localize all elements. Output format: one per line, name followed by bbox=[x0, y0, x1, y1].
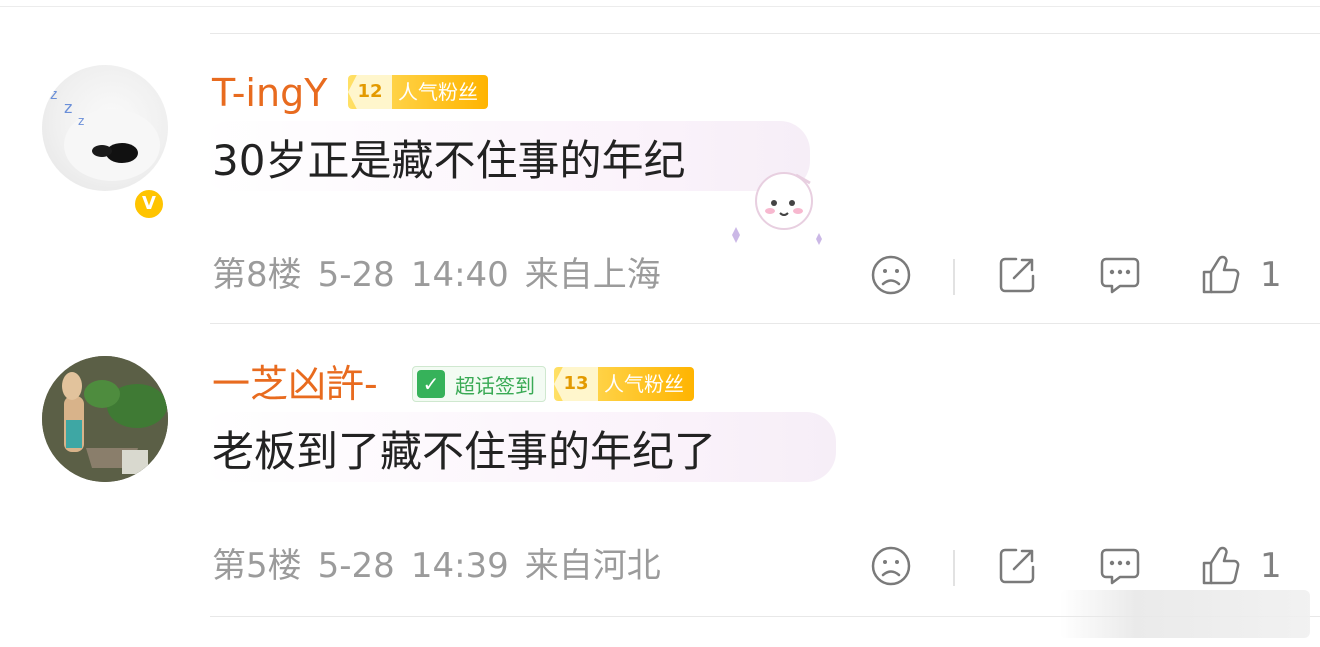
share-icon bbox=[999, 257, 1035, 293]
user-badges: 12 人气粉丝 bbox=[348, 75, 488, 109]
username[interactable]: T-ingY bbox=[212, 71, 327, 115]
comment-text: 30岁正是藏不住事的年纪 bbox=[212, 136, 686, 185]
date: 5-28 bbox=[317, 546, 395, 586]
fan-badge-label: 人气粉丝 bbox=[398, 80, 478, 104]
dislike-button[interactable] bbox=[870, 542, 912, 590]
comment-icon bbox=[1100, 548, 1140, 585]
fan-badge-label: 人气粉丝 bbox=[604, 372, 684, 396]
thumbs-up-icon bbox=[1202, 546, 1240, 585]
action-bar: 1 bbox=[860, 251, 1290, 299]
share-icon bbox=[999, 548, 1035, 584]
reply-button[interactable] bbox=[1098, 542, 1142, 590]
thumbs-up-icon bbox=[1202, 255, 1240, 294]
sticker-icon bbox=[732, 172, 822, 245]
sad-face-icon bbox=[871, 255, 911, 295]
avatar-image bbox=[42, 356, 168, 482]
location: 来自河北 bbox=[524, 546, 661, 586]
comment-item: z z z V T-ingY 12 人气粉丝 30岁正是藏不住事的年纪 第8楼 … bbox=[0, 33, 1320, 323]
user-badges: ✓ 超话签到 13 人气粉丝 bbox=[412, 366, 694, 402]
svg-text:z: z bbox=[64, 98, 72, 117]
check-icon: ✓ bbox=[417, 370, 445, 398]
like-button[interactable]: 1 bbox=[1200, 251, 1282, 299]
dislike-button[interactable] bbox=[870, 251, 912, 299]
comment-meta: 第5楼 5-28 14:39 来自河北 bbox=[212, 544, 661, 588]
fan-badge[interactable]: 13 人气粉丝 bbox=[554, 367, 694, 401]
like-count: 1 bbox=[1260, 255, 1282, 295]
like-count: 1 bbox=[1260, 546, 1282, 586]
top-divider bbox=[0, 6, 1320, 7]
verified-badge-icon: V bbox=[132, 187, 166, 221]
svg-text:z: z bbox=[78, 114, 84, 128]
username[interactable]: 一芝凶許- bbox=[212, 362, 378, 406]
share-button[interactable] bbox=[996, 251, 1038, 299]
avatar[interactable]: z z z bbox=[42, 65, 168, 191]
sad-face-icon bbox=[871, 546, 911, 586]
date: 5-28 bbox=[317, 255, 395, 295]
like-button[interactable]: 1 bbox=[1200, 542, 1282, 590]
action-separator bbox=[953, 550, 955, 586]
share-button[interactable] bbox=[996, 542, 1038, 590]
comment-item: 一芝凶許- ✓ 超话签到 13 人气粉丝 老板到了藏不住事的年纪了 第5楼 5-… bbox=[0, 324, 1320, 616]
floor-number: 第5楼 bbox=[212, 546, 302, 586]
avatar-image: z z z bbox=[50, 87, 160, 181]
svg-text:z: z bbox=[50, 87, 57, 103]
checkin-label: 超话签到 bbox=[455, 373, 535, 398]
checkin-badge[interactable]: ✓ 超话签到 bbox=[412, 366, 546, 402]
watermark bbox=[1060, 590, 1310, 638]
comment-icon bbox=[1100, 257, 1140, 294]
comment-text: 老板到了藏不住事的年纪了 bbox=[212, 427, 717, 476]
location: 来自上海 bbox=[524, 255, 661, 295]
fan-badge[interactable]: 12 人气粉丝 bbox=[348, 75, 488, 109]
fan-level: 13 bbox=[554, 367, 598, 401]
avatar[interactable] bbox=[42, 356, 168, 482]
reply-button[interactable] bbox=[1098, 251, 1142, 299]
time: 14:40 bbox=[410, 255, 509, 295]
floor-number: 第8楼 bbox=[212, 255, 302, 295]
action-bar: 1 bbox=[860, 542, 1290, 590]
fan-level: 12 bbox=[348, 75, 392, 109]
time: 14:39 bbox=[410, 546, 509, 586]
action-separator bbox=[953, 259, 955, 295]
comment-meta: 第8楼 5-28 14:40 来自上海 bbox=[212, 253, 661, 297]
